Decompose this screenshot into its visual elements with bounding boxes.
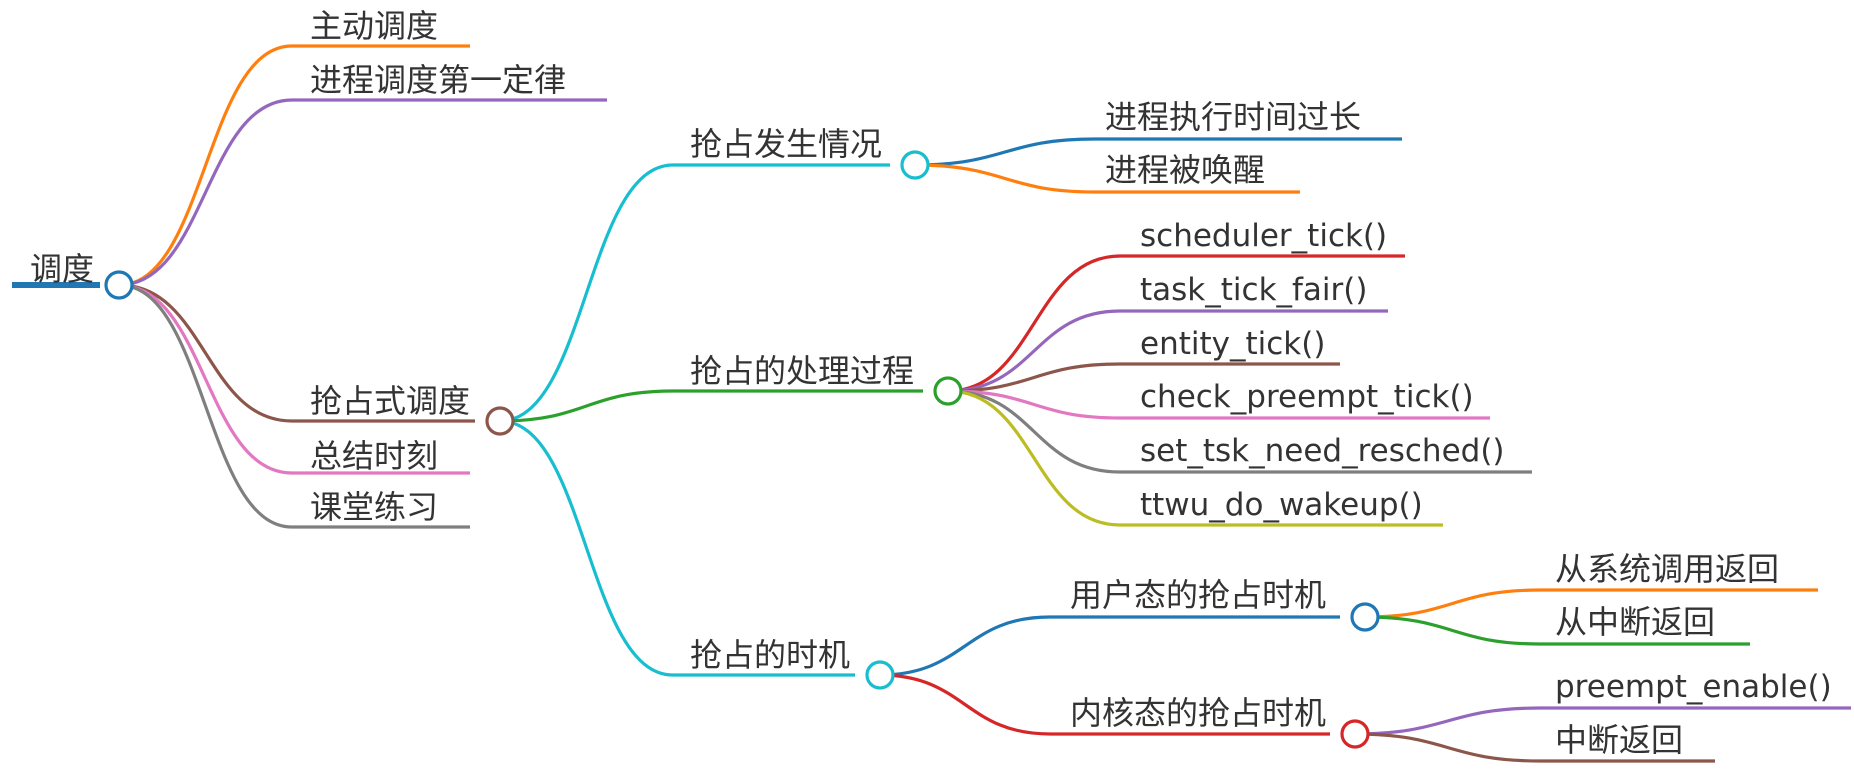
process-collapse-toggle-icon[interactable] xyxy=(933,376,963,406)
scheduler-tick-label: scheduler_tick() xyxy=(1140,218,1387,254)
active-connector xyxy=(118,44,293,287)
preempt-enable-label: preempt_enable() xyxy=(1555,669,1832,705)
ttwu-do-wakeup-label: ttwu_do_wakeup() xyxy=(1140,487,1423,523)
process-label: 抢占的处理过程 xyxy=(690,352,914,390)
interrupt-return-label: 中断返回 xyxy=(1555,721,1683,759)
woken-label: 进程被唤醒 xyxy=(1105,151,1265,189)
timing-label: 抢占的时机 xyxy=(690,636,850,674)
set-tsk-need-resched-label: set_tsk_need_resched() xyxy=(1140,433,1505,469)
root-collapse-toggle-icon[interactable] xyxy=(104,270,134,300)
timing-collapse-toggle-icon[interactable] xyxy=(865,660,895,690)
exercise-connector xyxy=(118,283,293,529)
preemptive-collapse-toggle-icon[interactable] xyxy=(485,406,515,436)
occurrence-connector xyxy=(499,163,674,423)
first-law-label: 进程调度第一定律 xyxy=(310,61,566,99)
scheduler-tick-connector xyxy=(947,254,1121,393)
interrupt-return-connector xyxy=(1354,732,1541,763)
from-syscall-label: 从系统调用返回 xyxy=(1555,550,1779,588)
occurrence-collapse-toggle-icon[interactable] xyxy=(900,150,930,180)
too-long-connector xyxy=(914,137,1096,167)
ttwu-do-wakeup-connector xyxy=(947,389,1121,527)
user-mode-collapse-toggle-icon[interactable] xyxy=(1350,602,1380,632)
preempt-enable-connector xyxy=(1354,706,1541,736)
exercise-label: 课堂练习 xyxy=(310,488,438,526)
summary-connector xyxy=(118,283,293,475)
preemptive-label: 抢占式调度 xyxy=(310,382,470,420)
summary-label: 总结时刻 xyxy=(310,437,438,475)
preemptive-connector xyxy=(118,283,293,423)
task-tick-fair-label: task_tick_fair() xyxy=(1140,272,1367,308)
kernel-mode-collapse-toggle-icon[interactable] xyxy=(1340,719,1370,749)
kernel-mode-connector xyxy=(879,673,1051,736)
too-long-label: 进程执行时间过长 xyxy=(1105,98,1361,136)
user-mode-label: 用户态的抢占时机 xyxy=(1070,576,1326,614)
from-interrupt-connector xyxy=(1364,615,1541,646)
first-law-connector xyxy=(118,98,293,287)
occurrence-label: 抢占发生情况 xyxy=(690,125,882,163)
process-connector xyxy=(499,389,674,423)
active-label: 主动调度 xyxy=(310,7,438,45)
entity-tick-label: entity_tick() xyxy=(1140,326,1325,362)
woken-connector xyxy=(914,163,1096,194)
kernel-mode-label: 内核态的抢占时机 xyxy=(1070,694,1326,732)
root-label: 调度 xyxy=(30,250,94,288)
check-preempt-tick-label: check_preempt_tick() xyxy=(1140,379,1474,415)
mindmap-canvas: 调度 主动调度进程调度第一定律抢占式调度 抢占发生情况 进程执行时间过长进程被唤醒抢占… xyxy=(12,7,1851,763)
from-syscall-connector xyxy=(1364,588,1541,619)
mindmap-links xyxy=(12,44,1851,763)
timing-connector xyxy=(499,419,674,677)
mindmap-labels: 调度 主动调度进程调度第一定律抢占式调度 抢占发生情况 进程执行时间过长进程被唤醒抢占… xyxy=(30,7,1832,759)
from-interrupt-label: 从中断返回 xyxy=(1555,603,1715,641)
user-mode-connector xyxy=(879,615,1051,677)
